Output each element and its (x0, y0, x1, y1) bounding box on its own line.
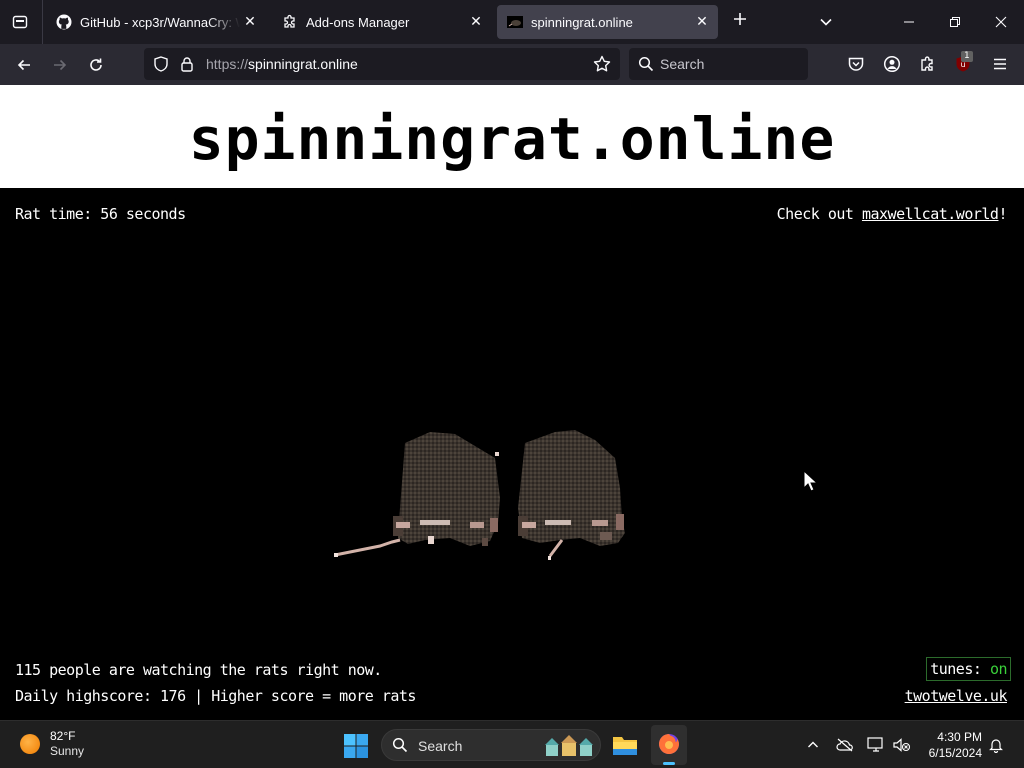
search-placeholder: Search (660, 56, 705, 72)
close-icon (995, 16, 1007, 28)
site-favicon (507, 14, 523, 30)
chevron-up-icon (808, 741, 818, 748)
clock-date: 6/15/2024 (928, 746, 982, 760)
reload-button[interactable] (83, 52, 109, 78)
github-icon (56, 14, 72, 30)
firefox-view-icon (12, 15, 28, 29)
close-tab-icon[interactable]: ✕ (692, 12, 712, 32)
search-icon (638, 56, 654, 76)
tab-spinningrat[interactable]: spinningrat.online ✕ (497, 5, 718, 39)
watchers-count: 115 people are watching the rats right n… (15, 661, 382, 679)
plus-icon (734, 13, 746, 25)
close-window-button[interactable] (978, 0, 1024, 44)
minimize-button[interactable] (886, 0, 932, 44)
checkout-message: Check out maxwellcat.world! (776, 205, 1008, 223)
firefox-taskbar-button[interactable] (651, 725, 687, 765)
checkout-prefix: Check out (776, 205, 862, 223)
clock-time: 4:30 PM (937, 730, 982, 744)
volume-muted-icon (893, 738, 911, 752)
bell-icon (989, 739, 1003, 753)
maxwellcat-link[interactable]: maxwellcat.world (862, 205, 999, 223)
hamburger-menu-icon (994, 58, 1006, 70)
windows-start-icon[interactable] (343, 733, 369, 759)
weather-condition: Sunny (50, 744, 85, 758)
puzzle-icon (921, 56, 933, 71)
weather-temperature: 82°F (50, 729, 76, 743)
site-header: spinningrat.online (0, 85, 1024, 188)
navigation-toolbar: https://spinningrat.online Search u 1 (0, 44, 1024, 85)
checkout-suffix: ! (998, 205, 1007, 223)
url-scheme: https:// (206, 56, 249, 72)
rat-stage: Rat time: 56 seconds Check out maxwellca… (0, 188, 1024, 720)
site-title: spinningrat.online (188, 104, 836, 173)
rat-right (518, 430, 625, 560)
taskbar-search-label: Search (418, 738, 463, 754)
restore-icon (950, 17, 960, 27)
cloud-offline-icon (836, 738, 853, 752)
extensions-button[interactable] (916, 52, 940, 76)
address-bar[interactable]: https://spinningrat.online (144, 48, 620, 80)
system-clock[interactable]: 4:30 PM 6/15/2024 (920, 729, 982, 761)
back-arrow-icon (17, 59, 30, 71)
mouse-cursor-icon (803, 470, 817, 492)
rat-left (334, 432, 500, 557)
chevron-down-icon (820, 18, 832, 26)
url-text[interactable]: https://spinningrat.online (206, 56, 358, 72)
tab-github[interactable]: GitHub - xcp3r/WannaCry: WannaCry ✕ (46, 5, 266, 39)
back-button[interactable] (11, 52, 37, 78)
tab-title: GitHub - xcp3r/WannaCry: WannaCry (80, 14, 240, 30)
windows-taskbar: 82°F Sunny Search 4:30 PM 6/15/2024 (0, 720, 1024, 768)
twotwelve-link[interactable]: twotwelve.uk (905, 687, 1008, 705)
active-app-indicator (663, 762, 675, 765)
firefox-view-button[interactable] (8, 10, 32, 34)
volume-button[interactable] (892, 735, 912, 755)
pocket-button[interactable] (844, 52, 868, 76)
restore-button[interactable] (932, 0, 978, 44)
sun-icon (20, 734, 40, 754)
tunes-toggle[interactable]: tunes: on (926, 657, 1011, 681)
list-all-tabs-button[interactable] (814, 10, 838, 34)
url-host: spinningrat.online (248, 56, 358, 72)
tab-title: Add-ons Manager (306, 14, 410, 30)
app-menu-button[interactable] (988, 52, 1012, 76)
spinning-rats-image[interactable] (330, 428, 640, 568)
search-bar[interactable]: Search (629, 48, 808, 80)
search-highlight-icon (545, 735, 593, 756)
weather-widget[interactable]: 82°F Sunny (20, 729, 84, 759)
account-icon (883, 55, 901, 73)
file-explorer-icon[interactable] (611, 731, 639, 759)
reload-icon (90, 58, 102, 71)
rat-time-counter: Rat time: 56 seconds (15, 205, 186, 223)
account-button[interactable] (880, 52, 904, 76)
tunes-label: tunes: (930, 660, 990, 678)
onedrive-button[interactable] (835, 735, 855, 755)
close-tab-icon[interactable]: ✕ (466, 12, 486, 32)
tab-addons-manager[interactable]: Add-ons Manager ✕ (272, 5, 492, 39)
bookmark-star-icon[interactable] (592, 54, 612, 78)
forward-arrow-icon (54, 59, 67, 71)
forward-button[interactable] (47, 52, 73, 78)
tracking-protection-icon[interactable] (152, 55, 170, 77)
puzzle-icon (282, 14, 298, 30)
tab-strip: GitHub - xcp3r/WannaCry: WannaCry ✕ Add-… (0, 0, 1024, 44)
search-icon (392, 737, 408, 758)
firefox-icon (659, 734, 679, 754)
tab-title: spinningrat.online (531, 14, 633, 30)
tab-separator (42, 0, 43, 44)
minimize-icon (904, 21, 914, 23)
ublock-badge-count: 1 (961, 51, 973, 62)
tunes-state: on (989, 660, 1008, 678)
new-tab-button[interactable] (728, 10, 752, 34)
daily-highscore: Daily highscore: 176 | Higher score = mo… (15, 687, 416, 705)
notifications-button[interactable] (986, 735, 1006, 755)
show-hidden-icons-button[interactable] (803, 735, 823, 755)
taskbar-search-box[interactable]: Search (381, 729, 601, 761)
network-icon (867, 737, 883, 752)
pocket-icon (848, 57, 864, 71)
lock-icon[interactable] (178, 55, 196, 77)
footer-link-wrap: twotwelve.uk (905, 687, 1008, 705)
network-button[interactable] (866, 735, 886, 755)
close-tab-icon[interactable]: ✕ (240, 12, 260, 32)
